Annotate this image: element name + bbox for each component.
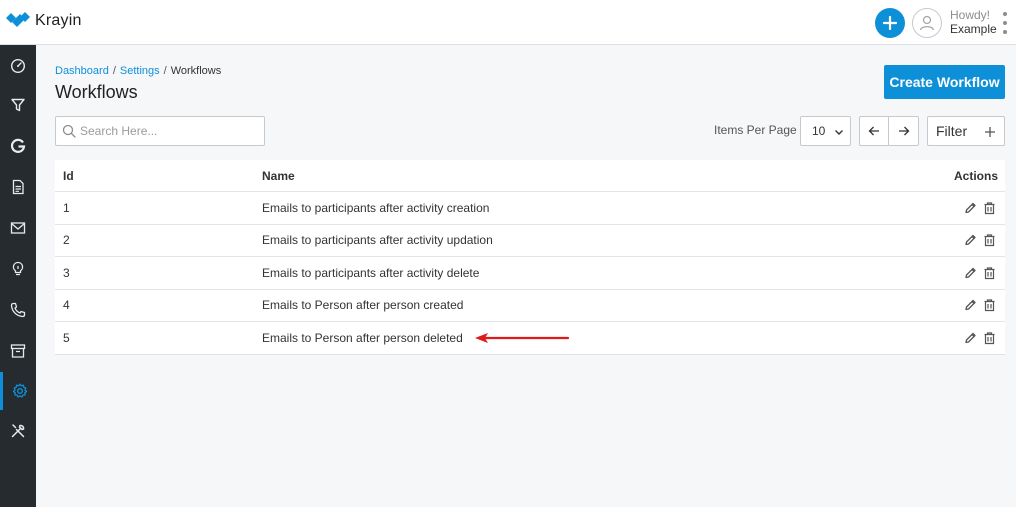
sidebar-item-quotes[interactable] — [0, 168, 36, 206]
g-icon — [10, 138, 26, 153]
sidebar-item-leads[interactable] — [0, 86, 36, 124]
breadcrumb-settings-link[interactable]: Settings — [120, 65, 160, 77]
row-name: Emails to participants after activity de… — [262, 265, 480, 280]
search-input[interactable] — [80, 124, 250, 138]
breadcrumb-dashboard-link[interactable]: Dashboard — [55, 65, 109, 77]
filter-button[interactable]: Filter — [927, 116, 1005, 146]
plus-icon — [883, 16, 897, 30]
row-name: Emails to Person after person created — [262, 298, 464, 313]
filter-label: Filter — [936, 123, 968, 139]
sidebar-item-settings[interactable] — [0, 372, 36, 410]
row-actions — [964, 299, 996, 312]
items-per-page-select[interactable]: 10 — [800, 116, 851, 146]
mail-icon — [10, 222, 26, 234]
breadcrumb-current: Workflows — [170, 65, 222, 77]
prev-page-button[interactable] — [860, 117, 890, 145]
user-greeting[interactable]: Howdy! Example — [950, 8, 997, 36]
table-row: 3 Emails to participants after activity … — [55, 257, 1005, 290]
delete-icon[interactable] — [983, 234, 996, 247]
more-options-icon[interactable] — [1002, 12, 1008, 34]
row-id: 4 — [63, 298, 70, 313]
avatar[interactable] — [912, 8, 942, 38]
plus-icon — [985, 127, 995, 137]
row-actions — [964, 266, 996, 279]
row-name: Emails to participants after activity up… — [262, 233, 493, 248]
sidebar-item-g[interactable] — [0, 127, 36, 165]
items-per-page-value: 10 — [812, 124, 826, 138]
sidebar-item-activities[interactable] — [0, 250, 36, 288]
user-name: Example — [950, 22, 997, 36]
arrow-left-icon — [868, 126, 879, 136]
delete-icon[interactable] — [983, 201, 996, 214]
top-header: Krayin Howdy! Example — [0, 0, 1016, 45]
delete-icon[interactable] — [983, 266, 996, 279]
page-title: Workflows — [55, 82, 138, 102]
phone-icon — [10, 302, 26, 318]
greeting-text: Howdy! — [950, 8, 991, 22]
dashboard-icon — [10, 58, 26, 74]
column-header-name[interactable]: Name — [262, 169, 295, 183]
row-name: Emails to Person after person deleted — [262, 330, 463, 345]
delete-icon[interactable] — [983, 299, 996, 312]
row-actions — [964, 201, 996, 214]
row-actions — [964, 331, 996, 344]
quick-add-button[interactable] — [875, 8, 905, 38]
chevron-down-icon — [835, 130, 843, 135]
items-per-page-label: Items Per Page — [714, 123, 797, 137]
annotation-arrow-icon — [475, 333, 570, 343]
table-row: 1 Emails to participants after activity … — [55, 192, 1005, 225]
table-row: 2 Emails to participants after activity … — [55, 225, 1005, 257]
column-header-id[interactable]: Id — [63, 169, 74, 183]
archive-icon — [10, 344, 26, 358]
row-id: 5 — [63, 330, 70, 345]
edit-icon[interactable] — [964, 299, 977, 312]
row-id: 1 — [63, 200, 70, 215]
row-actions — [964, 234, 996, 247]
row-name: Emails to participants after activity cr… — [262, 200, 490, 215]
krayin-logo-icon — [6, 12, 30, 27]
table-header: Id Name Actions — [55, 160, 1005, 192]
workflows-table: Id Name Actions 1 Emails to participants… — [55, 160, 1005, 355]
edit-icon[interactable] — [964, 331, 977, 344]
table-row: 4 Emails to Person after person created — [55, 290, 1005, 322]
edit-icon[interactable] — [964, 266, 977, 279]
search-box — [55, 116, 265, 146]
search-icon — [62, 124, 76, 138]
pagination — [859, 116, 919, 146]
sidebar-item-products[interactable] — [0, 332, 36, 370]
settings-icon — [12, 383, 27, 398]
tools-icon — [11, 424, 25, 438]
column-header-actions: Actions — [953, 168, 998, 183]
lightbulb-icon — [12, 261, 24, 276]
breadcrumb: Dashboard / Settings / Workflows — [55, 65, 221, 77]
document-icon — [12, 179, 24, 195]
edit-icon[interactable] — [964, 234, 977, 247]
delete-icon[interactable] — [983, 331, 996, 344]
row-id: 3 — [63, 265, 70, 280]
create-workflow-button[interactable]: Create Workflow — [884, 65, 1005, 99]
sidebar-item-dashboard[interactable] — [0, 47, 36, 85]
logo[interactable]: Krayin — [6, 12, 82, 30]
breadcrumb-separator: / — [163, 65, 167, 77]
next-page-button[interactable] — [889, 117, 918, 145]
edit-icon[interactable] — [964, 201, 977, 214]
row-id: 2 — [63, 233, 70, 248]
logo-text: Krayin — [35, 12, 82, 29]
sidebar-item-mail[interactable] — [0, 209, 36, 247]
sidebar-item-contacts[interactable] — [0, 291, 36, 329]
breadcrumb-separator: / — [112, 65, 116, 77]
arrow-right-icon — [898, 126, 909, 136]
sidebar-item-configuration[interactable] — [0, 412, 36, 450]
user-icon — [919, 15, 935, 31]
sidebar — [0, 45, 36, 507]
filter-icon — [11, 98, 25, 112]
